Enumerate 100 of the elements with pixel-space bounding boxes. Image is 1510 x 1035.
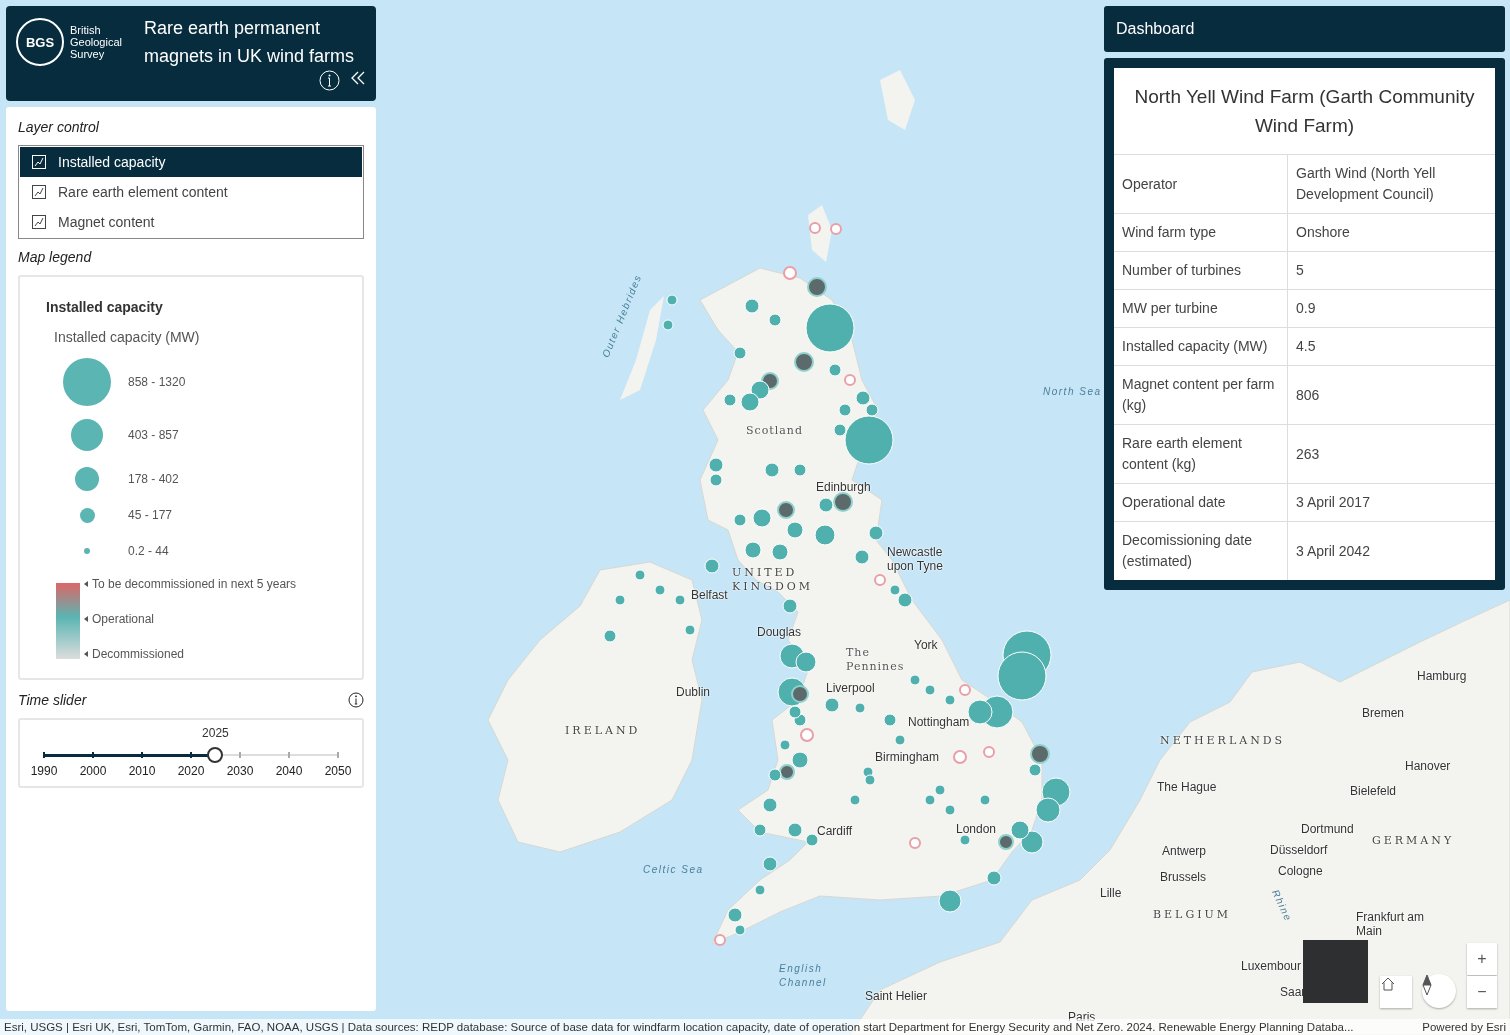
map-label: The Hague xyxy=(1157,780,1217,794)
legend-label: 178 - 402 xyxy=(128,472,179,486)
wind-farm-marker[interactable] xyxy=(909,837,921,849)
tick-label: 2020 xyxy=(177,764,205,778)
layer-item[interactable]: Installed capacity xyxy=(20,147,362,177)
map-label: Celtic Sea xyxy=(643,864,704,875)
wind-farm-marker[interactable] xyxy=(783,266,797,280)
map-label: Brussels xyxy=(1160,870,1206,884)
wind-farm-marker[interactable] xyxy=(983,746,995,758)
map-label: Edinburgh xyxy=(816,480,871,494)
wind-farm-marker[interactable] xyxy=(998,834,1014,850)
map-label: Frankfurt am Main xyxy=(1356,910,1425,938)
table-cell: Wind farm type xyxy=(1114,213,1288,252)
island-landmass xyxy=(880,70,915,130)
pointer-icon xyxy=(84,616,88,622)
table-cell: 806 xyxy=(1287,365,1495,425)
map-label: North Sea xyxy=(1043,386,1102,397)
map-label: Cologne xyxy=(1278,864,1323,878)
map-label: NETHERLANDS xyxy=(1160,734,1286,747)
zoom-in-button[interactable]: + xyxy=(1467,943,1497,975)
table-cell: Onshore xyxy=(1287,213,1495,252)
home-button[interactable] xyxy=(1380,976,1412,1008)
section-title: Layer control xyxy=(18,119,100,135)
map-label: Lille xyxy=(1100,886,1122,900)
wind-farm-marker[interactable] xyxy=(800,728,814,742)
legend-heading: Installed capacity xyxy=(46,299,164,315)
map-label: BELGIUM xyxy=(1153,908,1232,921)
map-label: Saint Helier xyxy=(865,989,928,1003)
tick-label: 2040 xyxy=(275,764,303,778)
tick-label: 2000 xyxy=(79,764,107,778)
zoom-out-button[interactable]: − xyxy=(1467,976,1497,1008)
map-label: Douglas xyxy=(757,625,802,639)
size-symbol xyxy=(63,358,111,406)
map-label: Liverpool xyxy=(826,681,875,695)
wind-farm-marker[interactable] xyxy=(809,222,821,234)
map-label: Düsseldorf xyxy=(1270,843,1328,857)
wind-farm-marker[interactable] xyxy=(844,374,856,386)
powered-by-text[interactable]: Powered by Esri xyxy=(1422,1021,1506,1033)
wind-farm-marker[interactable] xyxy=(959,684,971,696)
organisation-name: British Geological Survey xyxy=(70,24,123,60)
map-label: Dublin xyxy=(676,685,711,699)
layer-icon xyxy=(32,215,46,229)
table-cell: 4.5 xyxy=(1287,327,1495,366)
dashboard-header: Dashboard xyxy=(1104,6,1505,52)
compass-icon xyxy=(1422,974,1432,996)
legend-label: 403 - 857 xyxy=(128,428,179,442)
map-label: London xyxy=(956,822,997,836)
table-cell: Garth Wind (North Yell Development Council) xyxy=(1287,155,1495,214)
table-cell: 0.9 xyxy=(1287,289,1495,328)
table-cell: 5 xyxy=(1287,251,1495,290)
map-label: Belfast xyxy=(691,588,728,602)
wind-farm-marker[interactable] xyxy=(714,934,726,946)
map-label: Newcastle upon Tyne xyxy=(887,545,944,573)
table-cell: Operator xyxy=(1114,155,1288,214)
info-button[interactable] xyxy=(348,692,364,708)
map-label: IRELAND xyxy=(565,724,641,737)
map-label: York xyxy=(914,638,938,652)
wind-farm-name: North Yell Wind Farm (Garth Community Wind Farm) xyxy=(1114,68,1495,155)
legend-label: 0.2 - 44 xyxy=(128,544,169,558)
section-title: Map legend xyxy=(18,249,93,265)
pointer-icon xyxy=(84,581,88,587)
app-title: Rare earth permanent magnets in UK wind farms xyxy=(144,17,356,68)
table-cell: Installed capacity (MW) xyxy=(1114,327,1288,366)
wind-farm-marker[interactable] xyxy=(777,501,795,519)
wind-farm-marker[interactable] xyxy=(791,685,809,703)
legend-label: To be decommissioned in next 5 years xyxy=(92,577,297,591)
tick-label: 2030 xyxy=(226,764,254,778)
tick-label: 2010 xyxy=(128,764,156,778)
table-cell: 3 April 2042 xyxy=(1287,521,1495,580)
legend-label: 45 - 177 xyxy=(128,508,173,522)
table-cell: Magnet content per farm (kg) xyxy=(1114,365,1288,425)
layer-icon xyxy=(32,155,46,169)
table-cell: Decomissioning date (estimated) xyxy=(1114,521,1288,580)
legend-subheading: Installed capacity (MW) xyxy=(54,329,201,345)
legend-label: 858 - 1320 xyxy=(128,375,186,389)
wind-farm-marker[interactable] xyxy=(953,750,967,764)
map-label: Hanover xyxy=(1405,759,1451,773)
slider-value: 2025 xyxy=(202,726,229,740)
attribution-text: Esri, USGS | Esri UK, Esri, TomTom, Garmin, FAO, NOAA, USGS | Data sources: REDP database: Source of base data for windfarm location capacity, date of operation start Department for Energy Security and Net Zero. 2024. Renewable Energy Planning Databa... xyxy=(4,1021,1355,1033)
map-label: Antwerp xyxy=(1162,844,1207,858)
wind-farm-marker[interactable] xyxy=(830,223,842,235)
home-icon xyxy=(1380,976,1396,992)
double-chevron-left-icon xyxy=(350,70,366,86)
map-label: UNITED KINGDOM xyxy=(732,566,815,594)
bgs-logo: BGS xyxy=(16,18,64,66)
pointer-icon xyxy=(84,651,88,657)
map-label: Bremen xyxy=(1362,706,1405,720)
map-label: Scotland xyxy=(746,424,803,437)
legend-label: Decommissioned xyxy=(92,647,185,661)
tick-label: 2050 xyxy=(324,764,352,778)
map-label: Cardiff xyxy=(817,824,853,838)
map-label: Nottingham xyxy=(908,715,970,729)
layer-icon xyxy=(32,185,46,199)
table-cell: Number of turbines xyxy=(1114,251,1288,290)
table-cell: MW per turbine xyxy=(1114,289,1288,328)
table-cell: 3 April 2017 xyxy=(1287,483,1495,522)
legend-label: Operational xyxy=(92,612,155,626)
wind-farm-marker[interactable] xyxy=(874,574,886,586)
map-label: Bielefeld xyxy=(1350,784,1397,798)
slider-thumb[interactable] xyxy=(207,747,224,763)
